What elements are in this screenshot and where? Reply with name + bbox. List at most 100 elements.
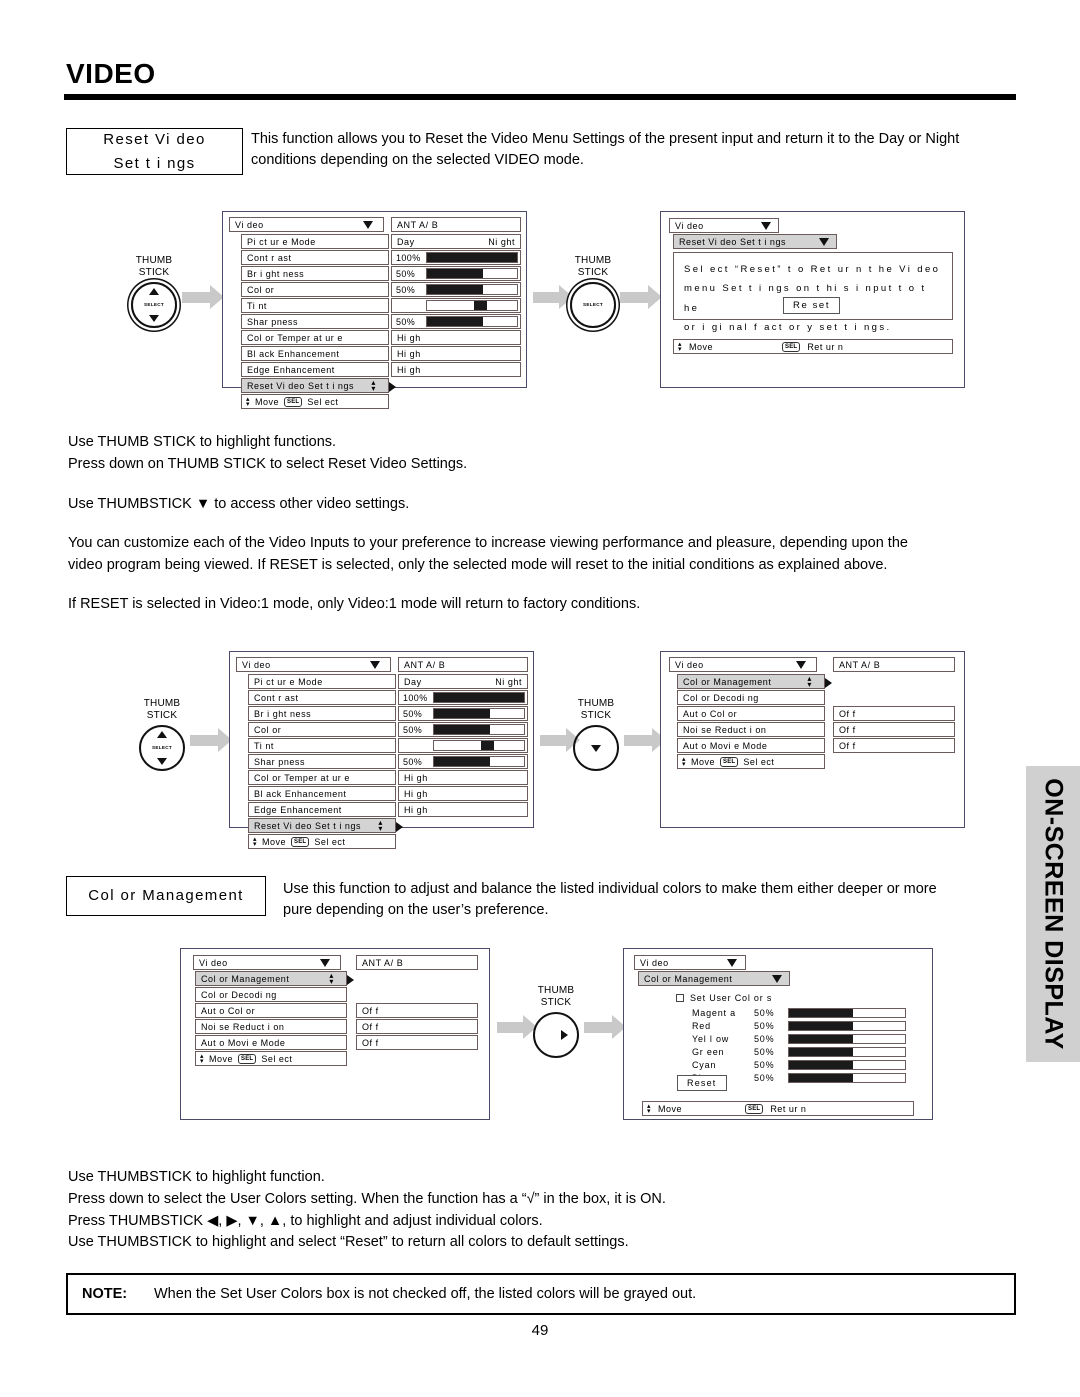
user-color-row[interactable]: Red 50% (692, 1021, 912, 1031)
thumbstick-label-line1: THUMB (135, 255, 173, 266)
osd-item-color-decoding[interactable]: Col or Decodi ng (677, 690, 825, 705)
page-title: VIDEO (66, 58, 156, 89)
osd-item-color-temperature[interactable]: Col or Temper at ur e (248, 770, 396, 785)
osd-item-sharpness[interactable]: Shar pness (241, 314, 389, 329)
osd-submenu-color-management[interactable]: Col or Management (638, 971, 790, 986)
osd-item-color-decoding[interactable]: Col or Decodi ng (195, 987, 347, 1002)
user-color-slider[interactable] (788, 1073, 906, 1083)
osd-item-color[interactable]: Col or (248, 722, 396, 737)
scroll-updown-icon: ▴ ▾ (371, 378, 376, 393)
osd-footer-hint: ▴ ▾ Move SEL Sel ect (195, 1051, 347, 1066)
thumbstick-dial-icon[interactable] (533, 1011, 579, 1058)
osd-item-color-management[interactable]: Col or Management ▴ ▾ (195, 971, 354, 986)
slider-value-color: 50% (396, 284, 416, 295)
osd-item-contrast[interactable]: Cont r ast (241, 250, 389, 265)
osd-reset-button[interactable]: Re set (783, 297, 841, 314)
osd-item-reset-video-settings[interactable]: Reset Vi deo Set t i ngs ▴ ▾ (241, 378, 396, 393)
user-color-row[interactable]: Gr een 50% (692, 1047, 912, 1057)
thumbstick-dial-icon[interactable]: SELECT (139, 724, 185, 771)
feature-label-line1: Reset Vi deo (103, 131, 206, 149)
instruction-line: Use THUMBSTICK to highlight function. (68, 1169, 325, 1185)
slider-track (426, 268, 518, 279)
osd-title-video[interactable]: Vi deo (236, 657, 391, 672)
osd-item-color[interactable]: Col or (241, 282, 389, 297)
osd-item-auto-color[interactable]: Aut o Col or (677, 706, 825, 721)
thumbstick-label-line2: STICK (580, 709, 612, 721)
instruction-line: If RESET is selected in Video:1 mode, on… (68, 596, 641, 612)
osd-color-reset-button[interactable]: Reset (677, 1075, 727, 1091)
osd-item-color-temperature[interactable]: Col or Temper at ur e (241, 330, 389, 345)
osd-item-black-enhancement[interactable]: Bl ack Enhancement (241, 346, 389, 361)
user-color-row[interactable]: Yel l ow 50% (692, 1034, 912, 1044)
checkbox-set-user-colors[interactable] (676, 994, 684, 1002)
osd-item-edge-enhancement[interactable]: Edge Enhancement (248, 802, 396, 817)
osd-slider-color[interactable]: 50% (398, 722, 528, 737)
osd-item-picture-mode[interactable]: Pi ct ur e Mode (248, 674, 396, 689)
instruction-line: Use THUMBSTICK ▼ to access other video s… (68, 496, 410, 512)
note-box: NOTE: When the Set User Colors box is no… (66, 1273, 1016, 1315)
osd-title-video[interactable]: Vi deo (229, 217, 384, 232)
slider-track (433, 708, 525, 719)
note-label: NOTE: (82, 1286, 128, 1302)
osd-title-video[interactable]: Vi deo (634, 955, 746, 970)
osd-value-noise-reduction: Of f (833, 722, 955, 737)
osd-slider-color[interactable]: 50% (391, 282, 521, 297)
sel-key-icon: SEL (745, 1103, 764, 1114)
osd-item-auto-color[interactable]: Aut o Col or (195, 1003, 347, 1018)
arrow-up-icon (149, 287, 159, 295)
user-color-row[interactable]: Magent a 50% (692, 1008, 912, 1018)
osd-item-picture-mode[interactable]: Pi ct ur e Mode (241, 234, 389, 249)
osd-set-user-colors-row[interactable]: Set User Col or s (676, 993, 772, 1003)
osd-slider-tint[interactable] (398, 738, 528, 753)
osd-title-video[interactable]: Vi deo (669, 218, 779, 233)
thumbstick-label-line1: THUMB (143, 698, 181, 709)
osd-item-tint[interactable]: Ti nt (248, 738, 396, 753)
osd-title-video[interactable]: Vi deo (193, 955, 341, 970)
osd-item-contrast[interactable]: Cont r ast (248, 690, 396, 705)
osd-item-tint[interactable]: Ti nt (241, 298, 389, 313)
scroll-updown-icon: ▴ ▾ (329, 971, 334, 986)
osd-value-black-enhancement: Hi gh (398, 786, 528, 801)
thumbstick-control-4: THUMB STICK (560, 698, 632, 771)
user-color-slider[interactable] (788, 1047, 906, 1057)
user-color-slider[interactable] (788, 1021, 906, 1031)
osd-item-noise-reduction[interactable]: Noi se Reduct i on (677, 722, 825, 737)
user-color-row[interactable]: Cyan 50% (692, 1060, 912, 1070)
user-color-name: Gr een (692, 1047, 725, 1057)
osd-title-video[interactable]: Vi deo (669, 657, 817, 672)
instruction-line: You can customize each of the Video Inpu… (68, 535, 908, 551)
osd-item-color-management[interactable]: Col or Management ▴ ▾ (677, 674, 832, 689)
user-color-slider[interactable] (788, 1060, 906, 1070)
updown-arrows-icon: ▴ ▾ (678, 340, 683, 353)
osd-item-noise-reduction[interactable]: Noi se Reduct i on (195, 1019, 347, 1034)
osd-slider-brightness[interactable]: 50% (391, 266, 521, 281)
osd-slider-sharpness[interactable]: 50% (391, 314, 521, 329)
osd-item-brightness[interactable]: Br i ght ness (241, 266, 389, 281)
thumbstick-dial-icon[interactable]: SELECT (131, 281, 177, 328)
osd-slider-sharpness[interactable]: 50% (398, 754, 528, 769)
osd-slider-tint[interactable] (391, 298, 521, 313)
osd-value-auto-color: Of f (356, 1003, 478, 1018)
chevron-right-icon (396, 822, 403, 832)
osd-item-black-enhancement[interactable]: Bl ack Enhancement (248, 786, 396, 801)
instruction-line: Press THUMBSTICK ◀, ▶, ▼, ▲, to highligh… (68, 1212, 543, 1229)
instruction-line: video program being viewed. If RESET is … (68, 556, 888, 573)
thumbstick-dial-icon[interactable] (573, 724, 619, 771)
osd-item-sharpness[interactable]: Shar pness (248, 754, 396, 769)
osd-slider-contrast[interactable]: 100% (391, 250, 521, 265)
osd-item-auto-movie-mode[interactable]: Aut o Movi e Mode (677, 738, 825, 753)
sel-key-icon: SEL (720, 756, 739, 767)
osd-submenu-reset-video-settings[interactable]: Reset Vi deo Set t i ngs (673, 234, 837, 249)
osd-item-edge-enhancement[interactable]: Edge Enhancement (241, 362, 389, 377)
thumbstick-dial-icon[interactable]: SELECT (570, 281, 616, 328)
feature-label-reset-video-settings: Reset Vi deo Set t i ngs (66, 128, 243, 175)
osd-item-brightness[interactable]: Br i ght ness (248, 706, 396, 721)
user-color-slider[interactable] (788, 1008, 906, 1018)
osd-slider-contrast[interactable]: 100% (398, 690, 528, 705)
osd-item-auto-movie-mode[interactable]: Aut o Movi e Mode (195, 1035, 347, 1050)
osd-value-picture-mode: Day Ni ght (391, 234, 521, 249)
osd-slider-brightness[interactable]: 50% (398, 706, 528, 721)
osd-item-reset-video-settings[interactable]: Reset Vi deo Set t i ngs ▴ ▾ (248, 818, 403, 833)
feature-label-line1: Col or Management (88, 887, 244, 905)
user-color-slider[interactable] (788, 1034, 906, 1044)
